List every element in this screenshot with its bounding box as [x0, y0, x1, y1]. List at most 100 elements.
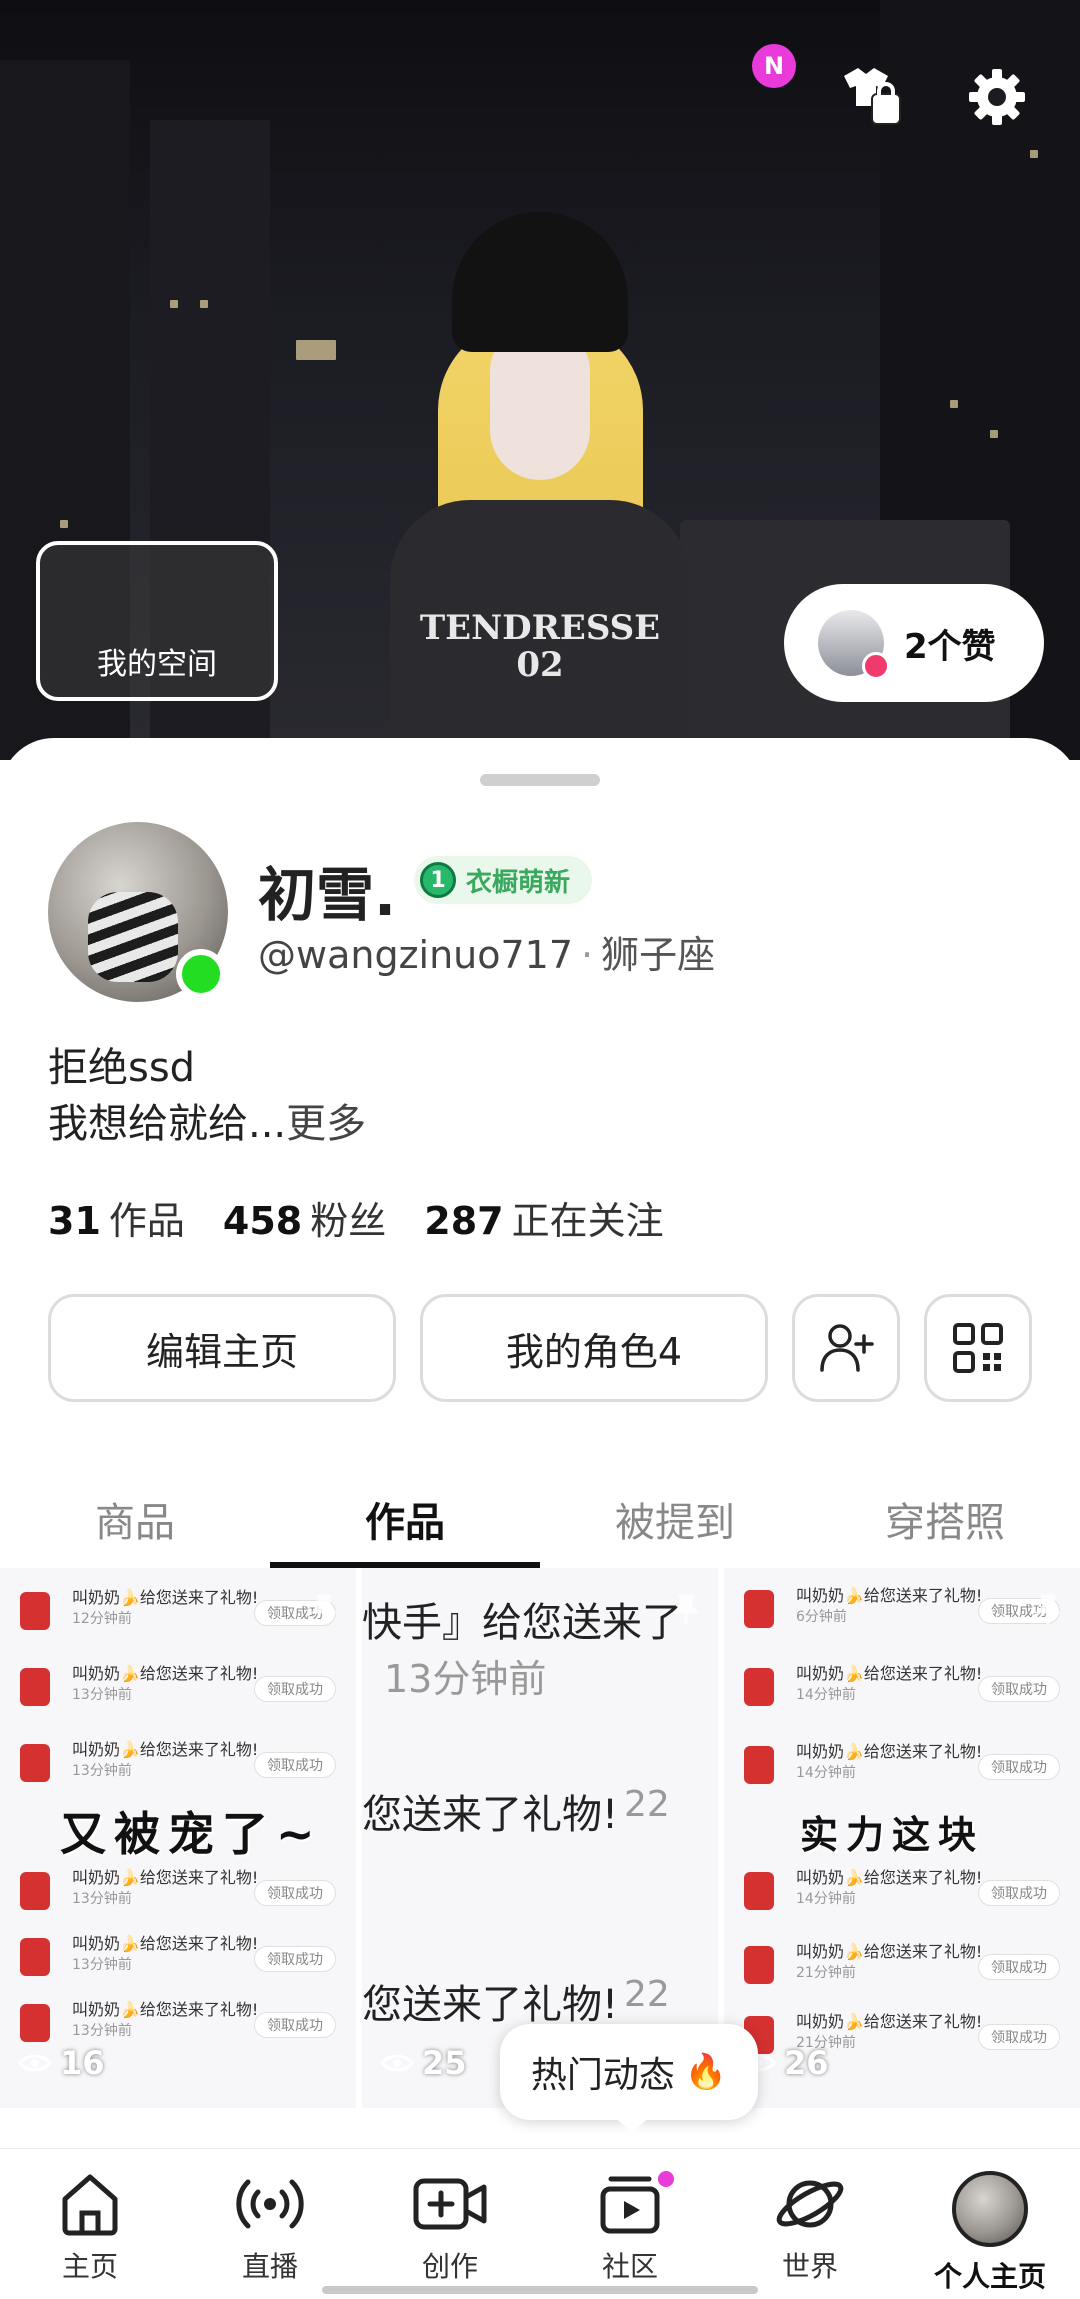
window-light — [200, 300, 208, 308]
home-icon — [62, 2174, 118, 2236]
nav-world-label: 世界 — [781, 2250, 838, 2283]
work-overlay-text: 实力这块 — [800, 1813, 985, 1857]
following-label: 正在关注 — [511, 1199, 664, 1243]
hot-feed-button[interactable]: 热门动态 🔥 — [500, 2024, 758, 2134]
nav-create[interactable]: 创作 — [360, 2149, 540, 2299]
my-space-label: 我的空间 — [97, 647, 217, 682]
hot-feed-label: 热门动态 — [530, 2055, 675, 2096]
tab-works[interactable]: 作品 — [270, 1478, 540, 1568]
qr-code-icon — [953, 1323, 1003, 1373]
bio-line2: 我想给就给... — [48, 1101, 287, 1147]
window-light — [990, 430, 998, 438]
work-text-line: 您送来了礼物! — [362, 1792, 619, 1838]
works-count: 31 — [48, 1199, 101, 1243]
fire-icon: 🔥 — [684, 2052, 728, 2092]
video-camera-plus-icon — [413, 2178, 487, 2230]
edit-profile-button[interactable]: 编辑主页 — [48, 1294, 396, 1402]
heart-icon — [862, 652, 890, 680]
work-overlay-text: 又被宠了~ — [60, 1807, 323, 1861]
nav-live-label: 直播 — [241, 2250, 298, 2283]
level-badge[interactable]: 1 衣橱萌新 — [414, 856, 593, 904]
likes-count: 2个赞 — [904, 626, 996, 667]
video-stack-icon — [600, 2176, 660, 2234]
gift-notice: 叫奶奶🍌给您送来了礼物! 14分钟前 领取成功 — [744, 1742, 1074, 1792]
stat-following[interactable]: 287 正在关注 — [424, 1190, 663, 1245]
stat-fans[interactable]: 458 粉丝 — [223, 1190, 386, 1245]
3d-avatar: TENDRESSE 02 — [380, 200, 700, 760]
following-count: 287 — [424, 1199, 504, 1243]
tab-goods[interactable]: 商品 — [0, 1478, 270, 1568]
nickname: 初雪. — [258, 861, 397, 929]
gift-notice: 叫奶奶🍌给您送来了礼物! 21分钟前 领取成功 — [744, 1942, 1074, 1992]
zodiac-sign: 狮子座 — [601, 933, 716, 977]
gift-notice: 叫奶奶🍌给您送来了礼物! 14分钟前 领取成功 — [744, 1868, 1074, 1918]
window-light — [60, 520, 68, 528]
drag-handle[interactable] — [480, 774, 600, 786]
live-broadcast-icon — [236, 2179, 304, 2229]
nav-home-label: 主页 — [61, 2250, 118, 2283]
content-tabs: 商品 作品 被提到 穿搭照 — [0, 1478, 1080, 1568]
avatar — [952, 2171, 1028, 2247]
qr-code-button[interactable] — [924, 1294, 1032, 1402]
my-roles-button[interactable]: 我的角色4 — [420, 1294, 768, 1402]
separator: · — [581, 933, 594, 977]
window-light — [1030, 150, 1038, 158]
eye-icon — [18, 2054, 52, 2072]
gift-notice: 叫奶奶🍌给您送来了礼物! 13分钟前 领取成功 — [20, 1664, 350, 1714]
fans-count: 458 — [222, 1199, 303, 1243]
bio-more-link[interactable]: 更多 — [286, 1101, 366, 1147]
window-light — [296, 340, 336, 360]
gift-notice: 叫奶奶🍌给您送来了礼物! 14分钟前 领取成功 — [744, 1664, 1074, 1714]
nav-community[interactable]: 社区 — [540, 2149, 720, 2299]
pin-icon — [672, 1594, 700, 1624]
works-label: 作品 — [108, 1199, 185, 1243]
view-count: 25 — [380, 2044, 467, 2082]
work-text-line: 快手』给您送来了 — [362, 1600, 682, 1646]
online-status-dot — [176, 949, 226, 999]
work-text-number: 22 — [624, 1784, 670, 1825]
my-space-button[interactable]: 我的空间 — [36, 541, 278, 701]
wardrobe-button[interactable] — [836, 62, 906, 132]
work-card[interactable]: 叫奶奶🍌给您送来了礼物! 6分钟前 领取成功 叫奶奶🍌给您送来了礼物! 14分钟前 领取… — [724, 1568, 1080, 2108]
nav-live[interactable]: 直播 — [180, 2149, 360, 2299]
gift-notice: 叫奶奶🍌给您送来了礼物! 6分钟前 领取成功 — [744, 1586, 1074, 1636]
level-number: 1 — [420, 862, 456, 898]
view-count: 16 — [18, 2044, 105, 2082]
nav-home[interactable]: 主页 — [0, 2149, 180, 2299]
home-indicator[interactable] — [322, 2286, 758, 2294]
pin-icon — [310, 1594, 338, 1624]
likes-button[interactable]: 2个赞 — [784, 584, 1044, 702]
activity-badge: N — [752, 44, 796, 88]
shirt-text-line1: TENDRESSE — [419, 608, 661, 648]
tshirt-bag-icon — [844, 68, 901, 125]
nav-community-label: 社区 — [601, 2250, 658, 2283]
gift-notice: 叫奶奶🍌给您送来了礼物! 13分钟前 领取成功 — [20, 1740, 350, 1790]
gift-notice: 叫奶奶🍌给您送来了礼物! 13分钟前 领取成功 — [20, 1934, 350, 1984]
user-handle: @wangzinuo717 — [258, 933, 574, 977]
stats-row: 31 作品 458 粉丝 287 正在关注 — [48, 1190, 664, 1245]
settings-button[interactable] — [962, 62, 1032, 132]
add-friend-button[interactable] — [792, 1294, 900, 1402]
shirt-text-line2: 02 — [516, 645, 564, 686]
gift-notice: 叫奶奶🍌给您送来了礼物! 13分钟前 领取成功 — [20, 2000, 350, 2050]
gift-notice: 叫奶奶🍌给您送来了礼物! 13分钟前 领取成功 — [20, 1868, 350, 1918]
pin-icon — [1034, 1594, 1062, 1624]
bottom-navigation: 主页 直播 创作 社区 世界 个人主页 — [0, 2148, 1080, 2299]
gear-icon — [969, 69, 1025, 125]
window-light — [950, 400, 958, 408]
planet-icon — [776, 2180, 844, 2228]
work-text-number: 22 — [624, 1974, 670, 2015]
tab-mentioned[interactable]: 被提到 — [540, 1478, 810, 1568]
nav-profile[interactable]: 个人主页 — [900, 2149, 1080, 2299]
work-card[interactable]: 叫奶奶🍌给您送来了礼物! 12分钟前 领取成功 叫奶奶🍌给您送来了礼物! 13分钟前领… — [0, 1568, 356, 2108]
stat-works[interactable]: 31 作品 — [48, 1190, 185, 1245]
work-text-line: 您送来了礼物! — [362, 1982, 619, 2028]
level-label: 衣橱萌新 — [466, 867, 571, 898]
handle-line: @wangzinuo717 · 狮子座 — [258, 924, 715, 979]
nav-profile-label: 个人主页 — [933, 2260, 1046, 2293]
fans-label: 粉丝 — [310, 1199, 387, 1243]
nav-world[interactable]: 世界 — [720, 2149, 900, 2299]
tab-outfits[interactable]: 穿搭照 — [810, 1478, 1080, 1568]
add-user-icon — [820, 1324, 874, 1372]
notification-dot — [658, 2171, 674, 2187]
